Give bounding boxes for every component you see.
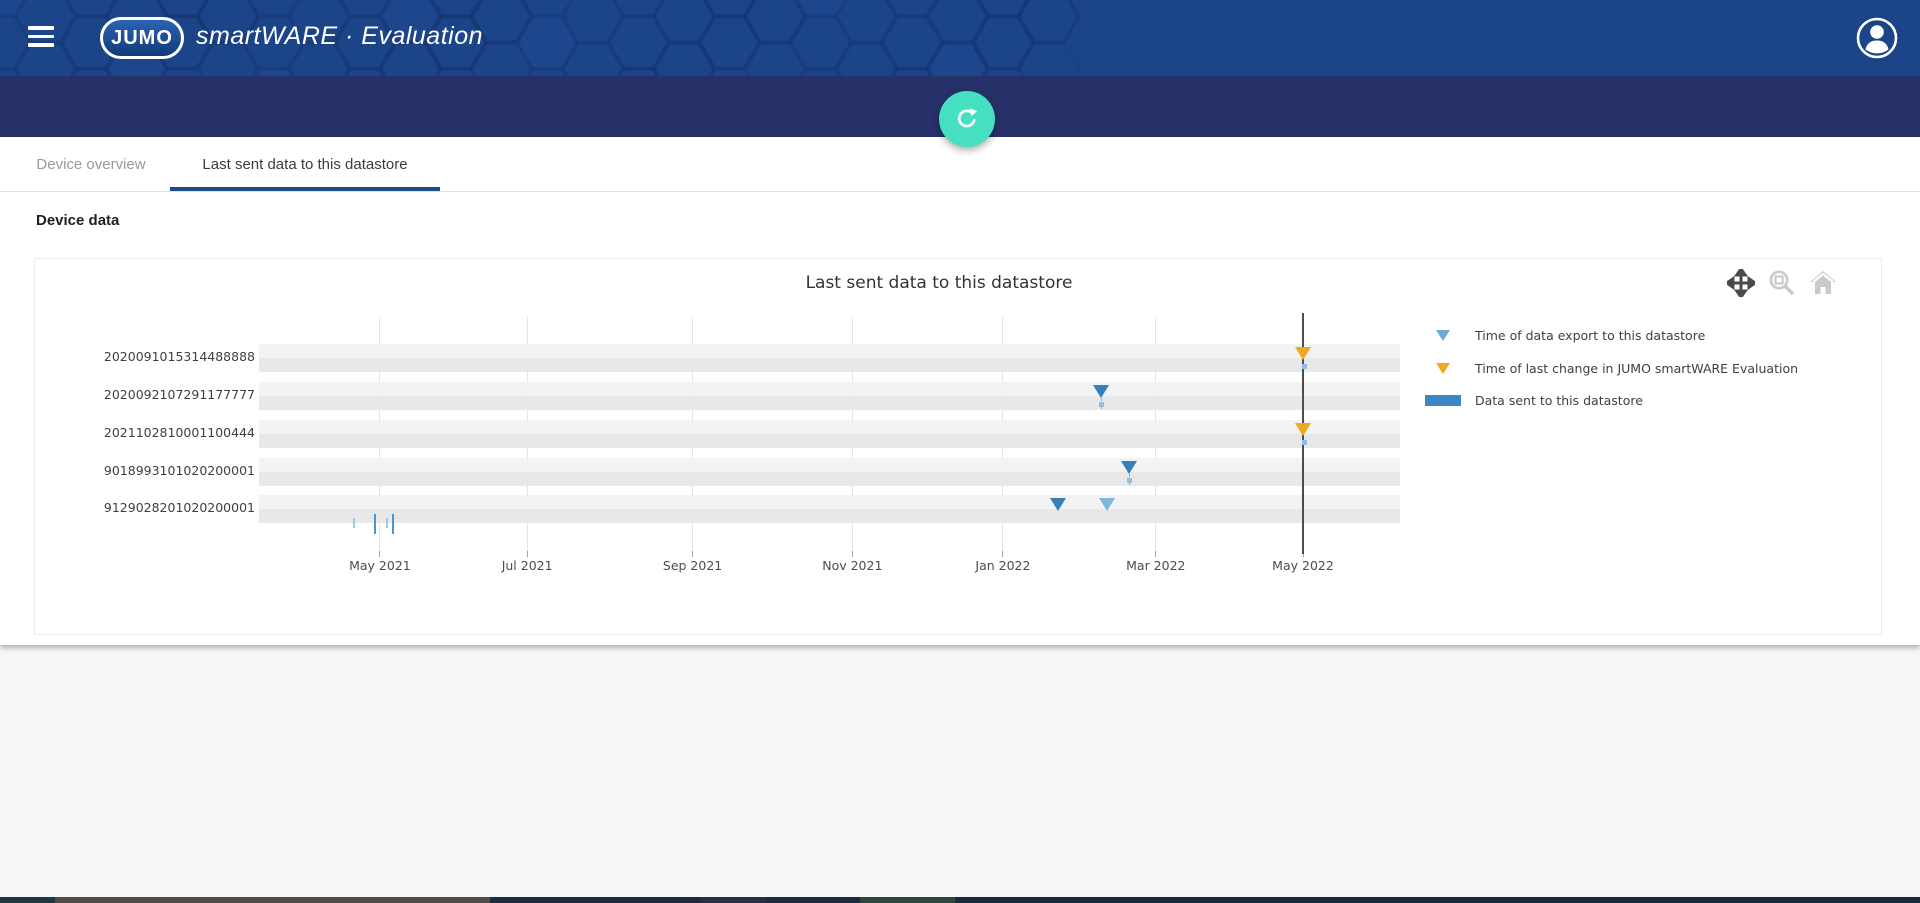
tab-last-sent-data[interactable]: Last sent data to this datastore (170, 137, 440, 191)
y-axis-device-label: 2020092107291177777 (39, 387, 255, 402)
x-tick-mark (852, 551, 853, 557)
device-row-band-dark (259, 434, 1400, 448)
taskbar-segment (860, 897, 955, 903)
refresh-icon (954, 106, 980, 132)
x-tick-label: Mar 2022 (1106, 558, 1206, 573)
menu-icon[interactable] (28, 26, 54, 50)
device-row-band-light (259, 420, 1400, 434)
sent-point-marker (1127, 478, 1132, 483)
device-row-band-dark (259, 396, 1400, 410)
x-tick-label: Jan 2022 (953, 558, 1053, 573)
sent-tick-marker (353, 518, 355, 528)
taskbar-segment (955, 897, 1920, 903)
x-tick-mark (692, 551, 693, 557)
x-tick-label: Nov 2021 (802, 558, 902, 573)
device-row-band-light (259, 495, 1400, 509)
x-tick-label: Jul 2021 (477, 558, 577, 573)
legend-label: Time of data export to this datastore (1475, 328, 1705, 343)
refresh-button[interactable] (939, 91, 995, 147)
user-avatar-icon[interactable] (1856, 17, 1898, 64)
legend-label: Data sent to this datastore (1475, 393, 1643, 408)
legend-swatch-rect-blue (1425, 395, 1461, 406)
jumo-logo: JUMO (100, 17, 184, 59)
device-row-band-light (259, 344, 1400, 358)
x-tick-mark (527, 551, 528, 557)
sent-point-marker (1302, 364, 1307, 369)
device-row-band-dark (259, 472, 1400, 486)
product-name: smartWARE · Evaluation (196, 22, 483, 51)
x-tick-mark (1002, 551, 1003, 557)
device-row-band-dark (259, 358, 1400, 372)
x-tick-mark (379, 551, 380, 557)
y-axis-device-label: 2021102810001100444 (39, 425, 255, 440)
legend-label: Time of last change in JUMO smartWARE Ev… (1475, 361, 1798, 376)
sent-tick-marker (392, 514, 394, 534)
sent-tick-marker (386, 518, 388, 528)
x-tick-mark (1155, 551, 1156, 557)
tab-device-overview-label: Device overview (36, 156, 145, 173)
y-axis-device-label: 2020091015314488888 (39, 349, 255, 364)
tab-device-overview[interactable]: Device overview (12, 137, 170, 191)
sent-tick-marker (374, 514, 376, 534)
legend-item: Data sent to this datastore (1425, 390, 1643, 410)
content-sheet: Device overview Last sent data to this d… (0, 137, 1920, 645)
sent-point-marker (1099, 402, 1104, 407)
export-marker-faded (1099, 498, 1115, 511)
tab-last-sent-data-label: Last sent data to this datastore (202, 156, 407, 173)
export-marker (1093, 385, 1109, 398)
device-row-band-dark (259, 509, 1400, 523)
taskbar-strip (0, 897, 1920, 903)
section-title: Device data (36, 212, 119, 229)
export-marker (1121, 461, 1137, 474)
chart-plot-area[interactable]: May 2021 Jul 2021 Sep 2021 Nov 2021 Jan 2022… (35, 259, 1881, 634)
x-tick-label: Sep 2021 (643, 558, 743, 573)
hexagon-shape (0, 17, 30, 69)
export-marker (1050, 498, 1066, 511)
device-row-band-light (259, 382, 1400, 396)
x-tick-label: May 2022 (1253, 558, 1353, 573)
legend-swatch-triangle-orange (1436, 363, 1450, 374)
legend-item: Time of last change in JUMO smartWARE Ev… (1425, 359, 1798, 379)
taskbar-segment (490, 897, 700, 903)
legend-swatch-triangle-blue (1436, 330, 1450, 341)
chart-card: Last sent data to this datastore May 202… (34, 258, 1882, 635)
app-header: JUMO smartWARE · Evaluation (0, 0, 1920, 76)
device-row-band-light (259, 458, 1400, 472)
sent-point-marker (1302, 440, 1307, 445)
taskbar-segment (0, 897, 55, 903)
last-change-marker (1295, 423, 1311, 436)
y-axis-device-label: 9129028201020200001 (39, 500, 255, 515)
taskbar-segment (55, 897, 490, 903)
legend-item: Time of data export to this datastore (1425, 325, 1705, 345)
jumo-logo-text: JUMO (111, 27, 173, 50)
active-tab-underline (170, 187, 440, 191)
y-axis-device-label: 9018993101020200001 (39, 463, 255, 478)
last-change-marker (1295, 347, 1311, 360)
taskbar-segment (700, 897, 765, 903)
x-tick-label: May 2021 (330, 558, 430, 573)
taskbar-segment (765, 897, 860, 903)
